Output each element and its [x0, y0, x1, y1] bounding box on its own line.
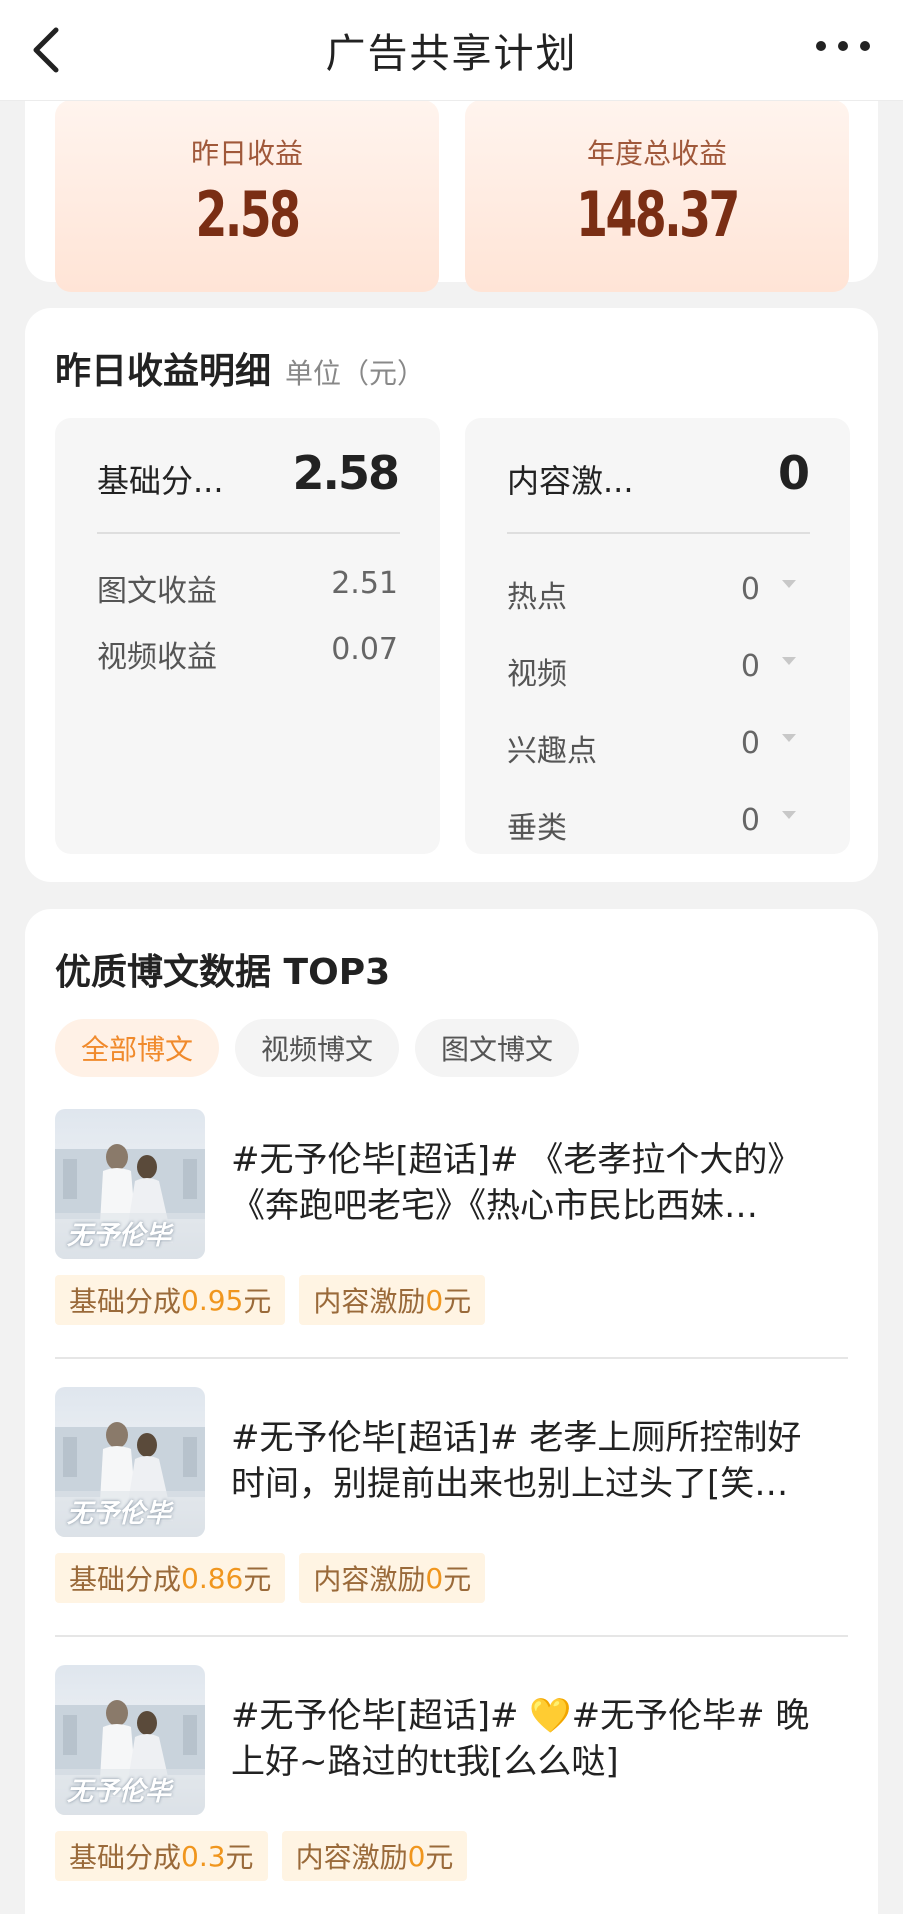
image-text-income-label: 图文收益 [97, 574, 217, 609]
badge-value: 0.3 [181, 1839, 226, 1873]
base-share-badge: 基础分成 0.3 元 [55, 1831, 268, 1881]
badge-value: 0.86 [181, 1561, 244, 1595]
interest-point-label[interactable]: 兴趣点 [507, 726, 597, 770]
post-title-line: #无予伦毕[超话]# 《老孝拉个大的》 [231, 1140, 802, 1180]
post-title-line: #无予伦毕[超话]# 💛#无予伦毕# 晚 [231, 1696, 810, 1736]
tab-all-posts[interactable]: 全部博文 [55, 1019, 220, 1077]
tab-image-text-posts[interactable]: 图文博文 [415, 1019, 580, 1077]
chevron-down-icon[interactable] [782, 811, 796, 819]
nav-header: 广告共享计划 [0, 0, 903, 101]
content-incentive-value: 0 [777, 446, 810, 500]
vertical-category-label[interactable]: 垂类 [507, 803, 567, 847]
yesterday-earnings-value: 2.58 [195, 178, 300, 251]
more-options-icon[interactable] [813, 36, 873, 56]
thumbnail-overlay-text: 无予伦毕 [67, 1221, 172, 1251]
badge-label: 基础分成 [69, 1841, 182, 1874]
page-title: 广告共享计划 [325, 31, 578, 77]
post-title: #无予伦毕[超话]# 《老孝拉个大的》 《奔跑吧老宅》《热心市民比西妹… [231, 1137, 851, 1229]
badge-unit: 元 [243, 1285, 272, 1318]
thumbnail-overlay-text: 无予伦毕 [67, 1499, 172, 1529]
post-title-line: 时间，别提前出来也别上过头了[笑… [231, 1464, 789, 1504]
badge-label: 内容激励 [295, 1841, 408, 1874]
chevron-down-icon[interactable] [782, 734, 796, 742]
tab-video-posts[interactable]: 视频博文 [235, 1019, 400, 1077]
badge-label: 基础分成 [69, 1285, 182, 1318]
content-incentive-label: 内容激... [507, 462, 634, 500]
earnings-detail-card: 昨日收益明细 单位（元） 基础分... 2.58 图文收益 2.51 视频收益 0… [25, 308, 878, 882]
post-title-line: #无予伦毕[超话]# 老孝上厕所控制好 [231, 1418, 802, 1458]
badge-unit: 元 [443, 1563, 472, 1596]
base-share-badge: 基础分成 0.86 元 [55, 1553, 286, 1603]
base-share-badge: 基础分成 0.95 元 [55, 1275, 286, 1325]
post-item[interactable]: 无予伦毕 #无予伦毕[超话]# 💛#无予伦毕# 晚 上好~路过的tt我[么么哒]… [55, 1665, 848, 1914]
badge-value: 0 [425, 1561, 444, 1595]
post-title-line: 上好~路过的tt我[么么哒] [231, 1742, 619, 1782]
content-incentive-badge: 内容激励 0 元 [281, 1831, 468, 1881]
post-earnings-badges: 基础分成 0.86 元 内容激励 0 元 [55, 1553, 486, 1603]
badge-value: 0 [425, 1283, 444, 1317]
chevron-down-icon[interactable] [782, 580, 796, 588]
yesterday-earnings-label: 昨日收益 [190, 137, 303, 170]
divider [507, 532, 810, 534]
yesterday-earnings-box[interactable]: 昨日收益 2.58 [55, 100, 439, 292]
content-incentive-badge: 内容激励 0 元 [299, 1275, 486, 1325]
badge-value: 0.95 [181, 1283, 244, 1317]
content-incentive-box: 内容激... 0 热点 0 视频 0 兴趣点 0 垂类 0 [465, 418, 850, 854]
detail-section-title: 昨日收益明细 单位（元） [55, 342, 425, 394]
annual-earnings-value: 148.37 [576, 178, 740, 251]
post-title: #无予伦毕[超话]# 老孝上厕所控制好 时间，别提前出来也别上过头了[笑… [231, 1415, 851, 1507]
post-item[interactable]: 无予伦毕 #无予伦毕[超话]# 老孝上厕所控制好 时间，别提前出来也别上过头了[… [55, 1387, 848, 1637]
badge-unit: 元 [425, 1841, 454, 1874]
interest-point-value: 0 [740, 726, 760, 761]
badge-unit: 元 [443, 1285, 472, 1318]
post-earnings-badges: 基础分成 0.95 元 内容激励 0 元 [55, 1275, 486, 1325]
base-share-label: 基础分... [97, 462, 224, 500]
image-text-income-value: 2.51 [331, 566, 398, 601]
thumbnail-overlay-text: 无予伦毕 [67, 1777, 172, 1807]
badge-unit: 元 [243, 1563, 272, 1596]
base-share-box: 基础分... 2.58 图文收益 2.51 视频收益 0.07 [55, 418, 440, 854]
divider [55, 1635, 848, 1637]
chevron-down-icon[interactable] [782, 657, 796, 665]
video-income-value: 0.07 [331, 632, 398, 667]
content-incentive-badge: 内容激励 0 元 [299, 1553, 486, 1603]
base-share-value: 2.58 [292, 446, 400, 500]
post-thumbnail: 无予伦毕 [55, 1665, 205, 1815]
top-posts-card: 优质博文数据 TOP3 全部博文 视频博文 图文博文 无予伦毕 #无予伦毕[超话… [25, 909, 878, 1914]
badge-unit: 元 [225, 1841, 254, 1874]
video-value: 0 [740, 649, 760, 684]
hotspot-label[interactable]: 热点 [507, 572, 567, 616]
badge-label: 内容激励 [313, 1285, 426, 1318]
back-arrow-icon[interactable] [28, 24, 68, 76]
video-income-label: 视频收益 [97, 640, 217, 675]
divider [97, 532, 400, 534]
post-filter-tabs: 全部博文 视频博文 图文博文 [55, 1019, 580, 1077]
divider [55, 1357, 848, 1359]
hotspot-value: 0 [740, 572, 760, 607]
top-posts-title: 优质博文数据 TOP3 [55, 952, 391, 993]
badge-value: 0 [407, 1839, 426, 1873]
post-earnings-badges: 基础分成 0.3 元 内容激励 0 元 [55, 1831, 468, 1881]
page: 广告共享计划 昨日收益 2.58 年度总收益 148.37 昨日收益明细 单位（元… [0, 0, 903, 1914]
post-item[interactable]: 无予伦毕 #无予伦毕[超话]# 《老孝拉个大的》 《奔跑吧老宅》《热心市民比西妹… [55, 1109, 848, 1359]
post-thumbnail: 无予伦毕 [55, 1109, 205, 1259]
post-title: #无予伦毕[超话]# 💛#无予伦毕# 晚 上好~路过的tt我[么么哒] [231, 1693, 851, 1785]
post-thumbnail: 无予伦毕 [55, 1387, 205, 1537]
detail-title: 昨日收益明细 [55, 351, 272, 392]
vertical-category-value: 0 [740, 803, 760, 838]
post-title-line: 《奔跑吧老宅》《热心市民比西妹… [231, 1186, 758, 1226]
badge-label: 基础分成 [69, 1563, 182, 1596]
annual-earnings-label: 年度总收益 [586, 137, 727, 170]
badge-label: 内容激励 [313, 1563, 426, 1596]
detail-unit: 单位（元） [285, 357, 426, 390]
video-label[interactable]: 视频 [507, 649, 567, 693]
annual-earnings-box[interactable]: 年度总收益 148.37 [465, 100, 849, 292]
